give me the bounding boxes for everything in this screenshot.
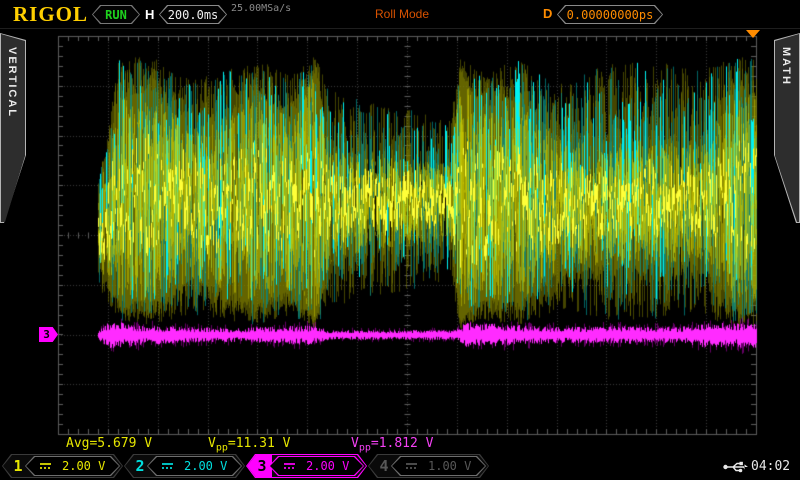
dc-coupling-icon — [406, 463, 417, 469]
run-status-text: RUN — [105, 8, 127, 22]
channel-1-group[interactable]: 1 2.00 V — [2, 454, 123, 478]
measurement-avg: Avg=5.679 V — [66, 436, 152, 454]
tab-vertical-label: VERTICAL — [6, 47, 18, 118]
tab-vertical-menu[interactable]: VERTICAL — [0, 33, 26, 223]
waveform-display — [0, 0, 800, 480]
oscilloscope-screen: RIGOL RUN H 200.0ms 25.00MSa/s Roll Mode… — [0, 0, 800, 480]
timebase-badge[interactable]: 200.0ms — [159, 5, 227, 24]
timebase-value: 200.0ms — [168, 8, 219, 22]
channel-status-bar: 1 2.00 V 2 2.00 V 3 2.00 V 4 — [0, 453, 800, 480]
channel-2-group[interactable]: 2 2.00 V — [124, 454, 245, 478]
channel-2-scale-badge[interactable]: 2.00 V — [147, 456, 242, 476]
measurement-vpp-ch3: Vpp=1.812 V — [351, 436, 434, 454]
delay-label: D — [543, 6, 552, 21]
tab-math-menu[interactable]: MATH — [774, 33, 800, 223]
run-status-badge[interactable]: RUN — [92, 5, 140, 24]
channel-1-number: 1 — [11, 454, 25, 478]
dc-coupling-icon — [162, 463, 173, 469]
dc-coupling-icon — [284, 463, 295, 469]
channel-4-number: 4 — [377, 454, 391, 478]
channel-3-scale-badge[interactable]: 2.00 V — [269, 456, 364, 476]
channel-3-scale: 2.00 V — [306, 459, 349, 473]
rigol-logo: RIGOL — [13, 2, 88, 27]
channel-4-scale-badge[interactable]: 1.00 V — [391, 456, 486, 476]
trigger-position-marker-icon[interactable] — [746, 30, 760, 38]
channel-4-group[interactable]: 4 1.00 V — [368, 454, 489, 478]
sample-rate: 25.00MSa/s — [231, 3, 291, 14]
channel-2-number: 2 — [133, 454, 147, 478]
channel-2-scale: 2.00 V — [184, 459, 227, 473]
channel-1-scale-badge[interactable]: 2.00 V — [25, 456, 120, 476]
clock: 04:02 — [751, 459, 790, 474]
channel-3-group[interactable]: 3 2.00 V — [246, 454, 367, 478]
usb-icon — [723, 459, 749, 474]
top-status-bar: RIGOL RUN H 200.0ms 25.00MSa/s Roll Mode… — [0, 0, 800, 29]
delay-value: 0.00000000ps — [567, 8, 654, 22]
delay-badge[interactable]: 0.00000000ps — [557, 5, 663, 24]
channel-4-scale: 1.00 V — [428, 459, 471, 473]
channel-3-number: 3 — [255, 454, 269, 478]
measurement-vpp-ch1: Vpp=11.31 V — [208, 436, 291, 454]
dc-coupling-icon — [40, 463, 51, 469]
tab-math-label: MATH — [780, 47, 792, 86]
acquisition-mode: Roll Mode — [375, 7, 429, 21]
horizontal-label: H — [145, 7, 154, 22]
channel-1-scale: 2.00 V — [62, 459, 105, 473]
